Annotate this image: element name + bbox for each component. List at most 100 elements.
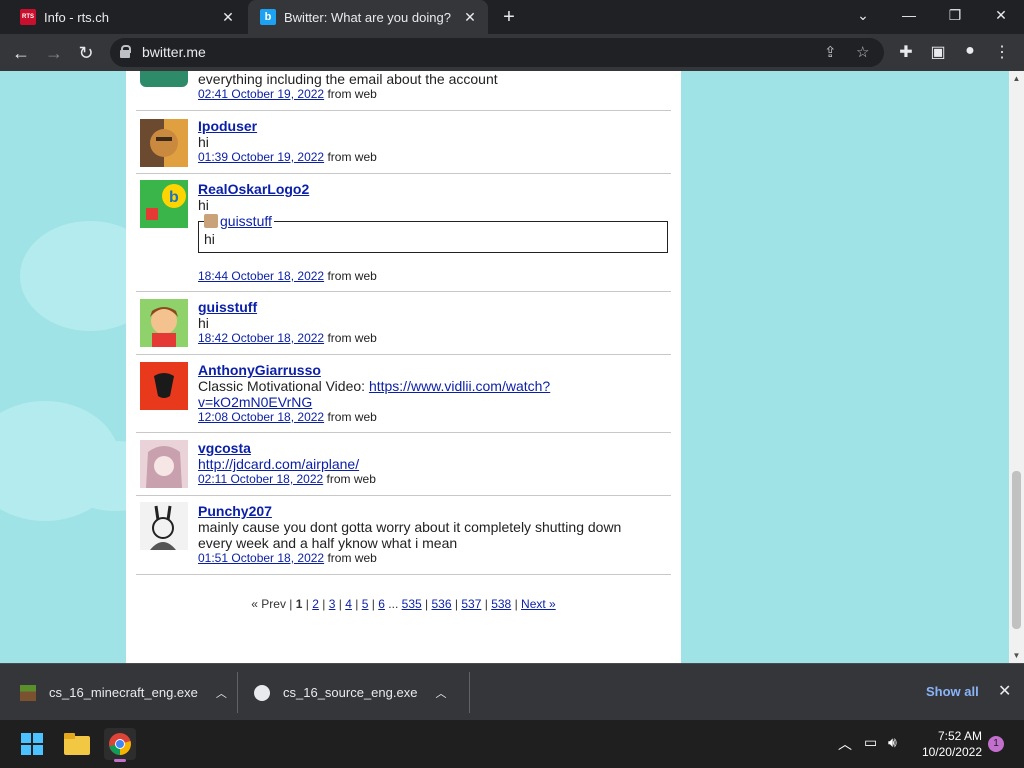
taskbar: ︿ ▭ 🔊︎ 7:52 AM 10/20/2022 1 bbox=[0, 720, 1024, 768]
volume-icon[interactable]: 🔊︎ bbox=[888, 734, 897, 751]
status-text: everything including the email about the… bbox=[198, 71, 498, 87]
scroll-up-arrow[interactable]: ▲ bbox=[1009, 71, 1024, 86]
page-link-538[interactable]: 538 bbox=[491, 597, 511, 611]
status-time-link[interactable]: 02:41 October 19, 2022 bbox=[198, 87, 324, 101]
close-window-button[interactable]: ✕ bbox=[978, 0, 1024, 30]
status-text: Classic Motivational Video: bbox=[198, 378, 366, 394]
status-time-link[interactable]: 18:44 October 18, 2022 bbox=[198, 269, 324, 283]
page-link-5[interactable]: 5 bbox=[362, 597, 369, 611]
tab-rts[interactable]: RTS Info - rts.ch ✕ bbox=[8, 0, 246, 34]
close-tab-icon[interactable]: ✕ bbox=[460, 9, 480, 26]
back-icon[interactable]: ← bbox=[8, 40, 34, 66]
prev-label: « Prev bbox=[251, 597, 286, 611]
restore-button[interactable]: ❐ bbox=[932, 0, 978, 30]
page-link-535[interactable]: 535 bbox=[402, 597, 422, 611]
avatar[interactable] bbox=[140, 71, 188, 87]
chevron-up-icon[interactable]: ︿ bbox=[216, 685, 227, 701]
status-time-link[interactable]: 18:42 October 18, 2022 bbox=[198, 331, 324, 345]
show-all-button[interactable]: Show all bbox=[926, 684, 979, 699]
status-username-link[interactable]: vgcosta bbox=[198, 440, 251, 456]
status-source: from web bbox=[327, 551, 377, 565]
status-time-link[interactable]: 12:08 October 18, 2022 bbox=[198, 410, 324, 424]
timeline: everything including the email about the… bbox=[136, 71, 671, 575]
network-icon[interactable]: ▭ bbox=[864, 734, 877, 751]
status-link[interactable]: http://jdcard.com/airplane/ bbox=[198, 456, 359, 472]
avatar[interactable] bbox=[140, 299, 188, 347]
minecraft-icon bbox=[20, 684, 36, 701]
status-text: hi bbox=[198, 197, 209, 213]
new-tab-button[interactable]: + bbox=[498, 6, 520, 28]
page-link-4[interactable]: 4 bbox=[345, 597, 352, 611]
bwitter-icon: b bbox=[260, 9, 276, 25]
tab-search-icon[interactable]: ⌄ bbox=[840, 0, 886, 30]
tab-title: Bwitter: What are you doing? bbox=[284, 9, 451, 25]
quoted-text: hi bbox=[204, 231, 215, 247]
chrome-icon[interactable] bbox=[104, 728, 136, 762]
status-source: from web bbox=[326, 472, 376, 486]
bookmark-star-icon[interactable]: ☆ bbox=[856, 43, 869, 61]
download-item[interactable]: cs_16_source_eng.exe ︿ bbox=[254, 664, 446, 721]
extensions-icon[interactable]: ✚ bbox=[896, 42, 916, 62]
avatar[interactable] bbox=[140, 119, 188, 167]
share-icon[interactable]: ⇪ bbox=[824, 43, 837, 61]
clock-date: 10/20/2022 bbox=[921, 745, 982, 759]
page-link-537[interactable]: 537 bbox=[461, 597, 481, 611]
status-source: from web bbox=[327, 410, 377, 424]
scroll-thumb[interactable] bbox=[1012, 471, 1021, 629]
vertical-scrollbar[interactable]: ▲ ▼ bbox=[1009, 71, 1024, 663]
rts-icon: RTS bbox=[20, 9, 36, 25]
chevron-up-icon[interactable]: ︿ bbox=[838, 734, 852, 754]
avatar[interactable] bbox=[140, 440, 188, 488]
next-page-link[interactable]: Next » bbox=[521, 597, 556, 611]
start-button[interactable] bbox=[16, 728, 48, 760]
download-item[interactable]: cs_16_minecraft_eng.exe ︿ bbox=[20, 664, 227, 721]
status-item: Punchy207 mainly cause you dont gotta wo… bbox=[136, 496, 671, 575]
status-username-link[interactable]: Punchy207 bbox=[198, 503, 272, 519]
tab-bwitter[interactable]: b Bwitter: What are you doing? ✕ bbox=[248, 0, 488, 34]
clock-time: 7:52 AM bbox=[937, 729, 982, 743]
status-username-link[interactable]: AnthonyGiarrusso bbox=[198, 362, 321, 378]
notification-badge[interactable]: 1 bbox=[988, 736, 1004, 752]
avatar[interactable]: b bbox=[140, 180, 188, 228]
close-tab-icon[interactable]: ✕ bbox=[218, 9, 238, 26]
menu-icon[interactable]: ⋮ bbox=[992, 42, 1012, 62]
lock-icon bbox=[120, 45, 131, 58]
reload-icon[interactable]: ↻ bbox=[73, 40, 99, 66]
clock[interactable]: 7:52 AM 10/20/2022 bbox=[916, 728, 982, 760]
status-source: from web bbox=[327, 331, 377, 345]
status-time-link[interactable]: 02:11 October 18, 2022 bbox=[198, 472, 323, 486]
status-username-link[interactable]: RealOskarLogo2 bbox=[198, 181, 309, 197]
status-time-link[interactable]: 01:51 October 18, 2022 bbox=[198, 551, 324, 565]
tab-strip: RTS Info - rts.ch ✕ b Bwitter: What are … bbox=[0, 0, 1024, 34]
scroll-down-arrow[interactable]: ▼ bbox=[1009, 648, 1024, 663]
chevron-up-icon[interactable]: ︿ bbox=[435, 685, 446, 701]
profile-icon[interactable]: ● bbox=[960, 42, 980, 60]
page-link-2[interactable]: 2 bbox=[312, 597, 319, 611]
status-item: guisstuff hi 18:42 October 18, 2022 from… bbox=[136, 292, 671, 355]
quoted-username-link[interactable]: guisstuff bbox=[220, 213, 272, 229]
page-link-3[interactable]: 3 bbox=[329, 597, 336, 611]
file-explorer-icon[interactable] bbox=[61, 728, 93, 760]
pagination: « Prev | 1 | 2 | 3 | 4 | 5 | 6 ... 535 |… bbox=[251, 597, 556, 611]
status-text-continued: every week and a half yknow what i mean bbox=[198, 535, 458, 551]
avatar[interactable] bbox=[140, 502, 188, 550]
status-time-link[interactable]: 01:39 October 19, 2022 bbox=[198, 150, 324, 164]
side-panel-icon[interactable]: ▣ bbox=[928, 42, 948, 62]
status-source: from web bbox=[327, 150, 377, 164]
page-link-536[interactable]: 536 bbox=[432, 597, 452, 611]
address-bar[interactable]: bwitter.me ⇪ ☆ bbox=[110, 38, 884, 67]
status-item: AnthonyGiarrusso Classic Motivational Vi… bbox=[136, 355, 671, 433]
status-link-continued[interactable]: v=kO2mN0EVrNG bbox=[198, 394, 312, 410]
status-link[interactable]: https://www.vidlii.com/watch? bbox=[369, 378, 550, 394]
avatar[interactable] bbox=[140, 362, 188, 410]
current-page: 1 bbox=[295, 597, 303, 611]
cs-icon bbox=[254, 684, 270, 701]
quoted-status[interactable]: guisstuff hi bbox=[198, 213, 668, 253]
forward-icon[interactable]: → bbox=[41, 40, 67, 66]
status-username-link[interactable]: Ipoduser bbox=[198, 118, 257, 134]
minimize-button[interactable]: — bbox=[886, 0, 932, 30]
page-link-6[interactable]: 6 bbox=[378, 597, 385, 611]
close-icon[interactable]: ✕ bbox=[998, 681, 1011, 701]
quoted-avatar bbox=[204, 214, 218, 228]
status-username-link[interactable]: guisstuff bbox=[198, 299, 257, 315]
